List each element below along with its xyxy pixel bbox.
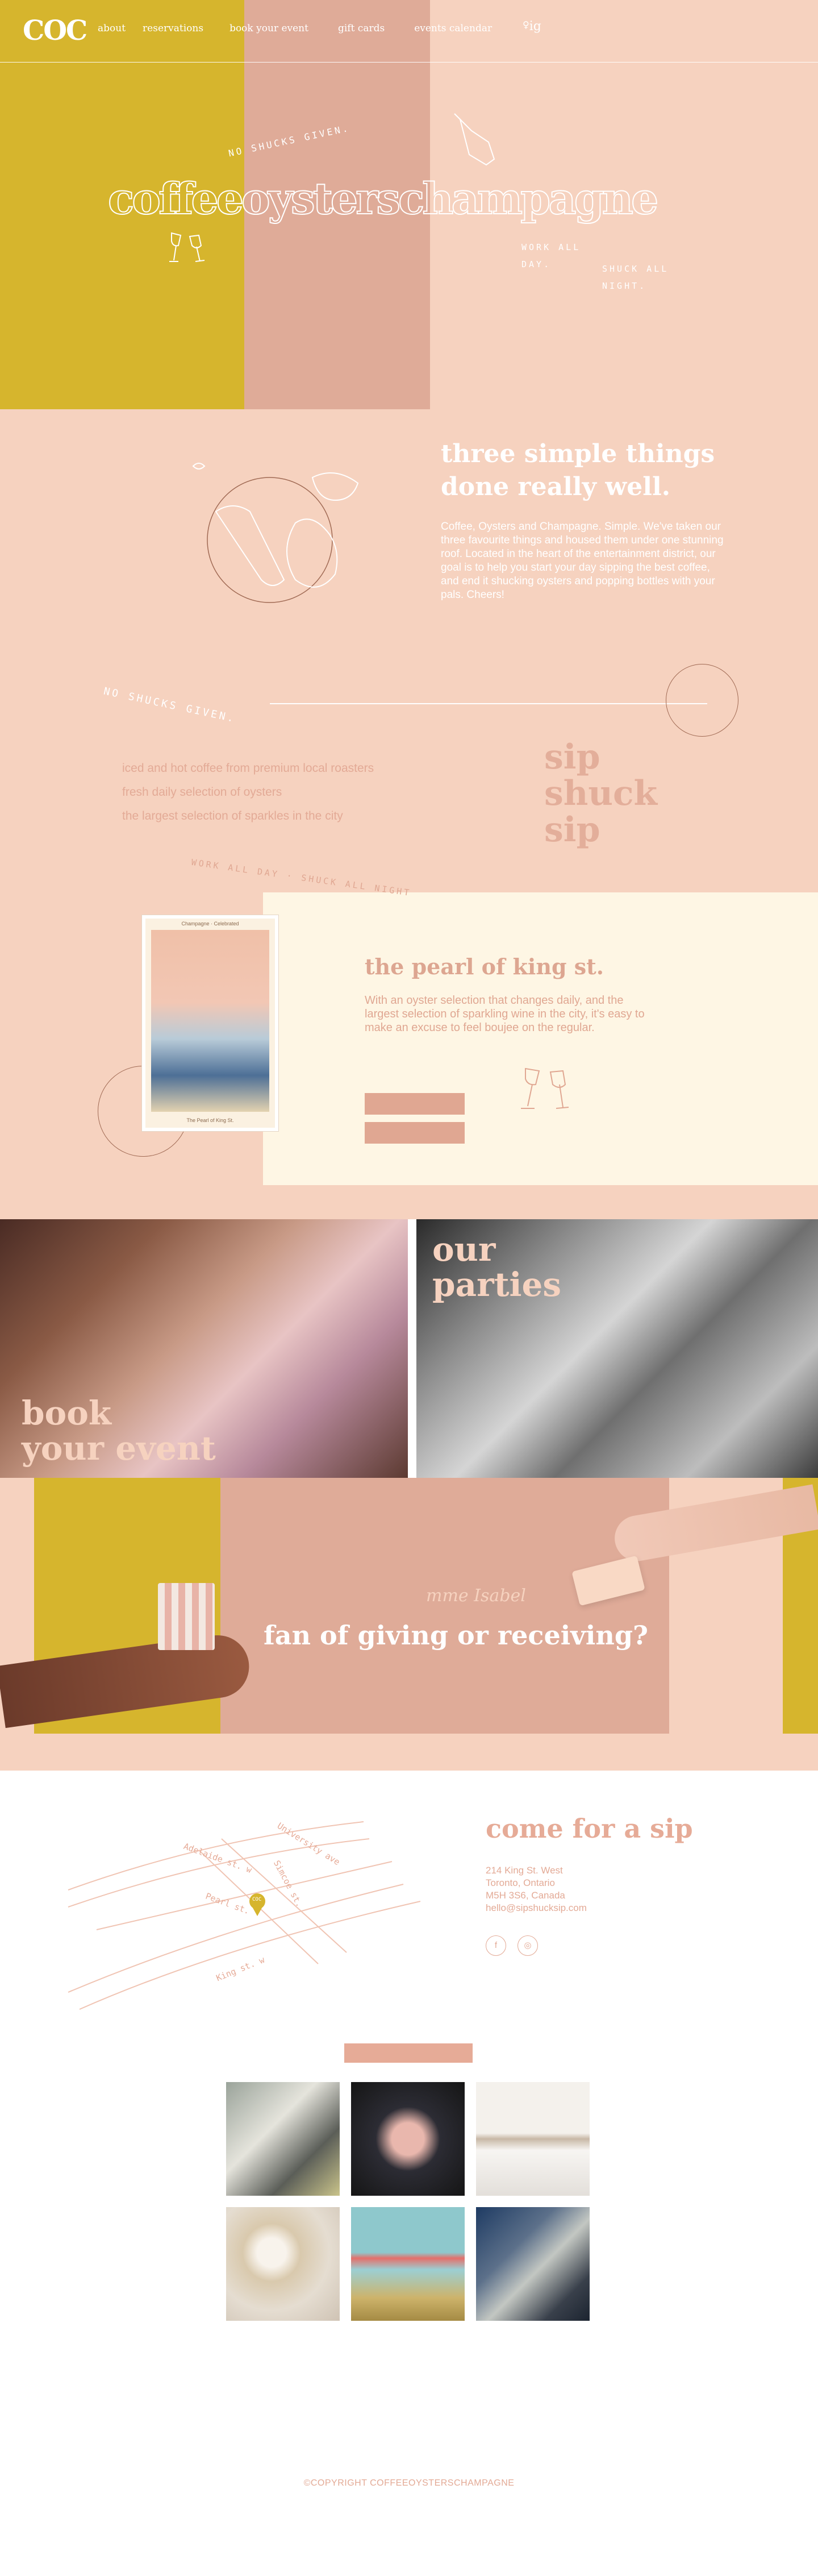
stack-word: sip	[544, 810, 600, 850]
site-footer: ©COPYRIGHT COFFEEOYSTERSCHAMPAGNE	[0, 2455, 818, 2576]
hero-tagline-shuck: Shuck all night.	[602, 264, 669, 291]
intro-tagline: No shucks given.	[102, 685, 237, 725]
nav-book-your-event[interactable]: book your event	[229, 23, 308, 34]
gallery-tile-toast[interactable]	[351, 2082, 465, 2196]
stack-word: shuck	[544, 774, 658, 813]
address-line: M5H 3S6, Canada	[486, 1890, 565, 1901]
facebook-icon[interactable]: f	[486, 1935, 506, 1956]
nav-events-calendar[interactable]: events calendar	[414, 23, 492, 34]
address-line: Toronto, Ontario	[486, 1877, 555, 1888]
feature-item: fresh daily selection of oysters	[122, 786, 282, 799]
hero-title: coffeeoysterschampagne	[107, 173, 659, 225]
vintage-poster: Champagne · Celebrated The Pearl of King…	[142, 915, 278, 1131]
gift-card-banner: mme Isabel fan of giving or receiving?	[0, 1478, 818, 1771]
gift-script-text: mme Isabel	[426, 1586, 526, 1606]
toast-glasses-icon	[521, 1067, 569, 1109]
gallery-tile-coffee[interactable]	[226, 2207, 340, 2321]
contact-address: 214 King St. West Toronto, Ontario M5H 3…	[486, 1864, 587, 1914]
instagram-label: ig	[529, 19, 541, 34]
gift-rose-panel	[220, 1478, 669, 1734]
address-line: 214 King St. West	[486, 1865, 563, 1876]
logo[interactable]: COC	[23, 15, 87, 47]
pearl-card	[263, 892, 818, 1185]
instagram-icon[interactable]: ◎	[517, 1935, 538, 1956]
divider-line	[270, 703, 707, 704]
poster-image	[151, 930, 269, 1112]
book-event-panel[interactable]: book your event	[0, 1219, 408, 1478]
copyright-text: ©COPYRIGHT COFFEEOYSTERSCHAMPAGNE	[303, 2478, 515, 2488]
instagram-gallery	[226, 2082, 592, 2321]
champagne-bottle-icon	[454, 113, 495, 166]
site-header: COC about reservations book your event g…	[0, 0, 818, 63]
gallery-tile-bottle[interactable]	[351, 2207, 465, 2321]
poster-top-text: Champagne · Celebrated	[181, 921, 239, 926]
gallery-tile-oysters[interactable]	[226, 2082, 340, 2196]
sip-shuck-sip-stack: sip shuck sip	[544, 739, 657, 848]
nav-about[interactable]: about	[98, 23, 126, 34]
our-parties-panel[interactable]: our parties	[416, 1219, 818, 1478]
contact-section: University ave Adelaide st. w Simcoe st.…	[0, 1771, 818, 2043]
gift-box	[158, 1583, 215, 1650]
pearl-title: the pearl of king st.	[365, 954, 604, 979]
poster-caption: The Pearl of King St.	[186, 1117, 234, 1123]
map-pin-label: COC	[252, 1897, 262, 1902]
label-line: parties	[432, 1265, 562, 1304]
label-line: book	[22, 1394, 112, 1432]
intro-body: Coffee, Oysters and Champagne. Simple. W…	[441, 521, 724, 601]
gallery-tile-spread[interactable]	[476, 2207, 590, 2321]
feature-list: iced and hot coffee from premium local r…	[122, 762, 374, 833]
label-line: our	[432, 1230, 496, 1269]
pearl-button-secondary[interactable]	[365, 1122, 465, 1144]
contact-email-link[interactable]: hello@sipshucksip.com	[486, 1902, 587, 1913]
gallery-tile-shelf[interactable]	[476, 2082, 590, 2196]
location-map[interactable]	[62, 1816, 437, 2021]
feature-item: the largest selection of sparkles in the…	[122, 809, 343, 822]
hero-tagline-work: Work all day.	[521, 242, 581, 269]
divider-circle	[666, 664, 738, 737]
champagne-glasses-icon	[169, 232, 205, 262]
gift-title-link[interactable]: fan of giving or receiving?	[264, 1620, 648, 1651]
pearl-section: Work all day · Shuck all night Champagne…	[0, 857, 818, 1219]
photo-panels: book your event our parties	[0, 1219, 818, 1478]
contact-title: come for a sip	[486, 1813, 693, 1844]
book-event-label: book your event	[22, 1395, 216, 1466]
pearl-button-primary[interactable]	[365, 1093, 465, 1115]
nav-gift-cards[interactable]: gift cards	[338, 23, 385, 34]
our-parties-label: our parties	[432, 1232, 561, 1302]
intro-title: three simple things done really well.	[441, 439, 715, 501]
instagram-gallery-section	[0, 2043, 818, 2455]
feature-item: iced and hot coffee from premium local r…	[122, 762, 374, 775]
gallery-heading-bar	[344, 2043, 473, 2063]
stack-word: sip	[544, 737, 600, 777]
intro-section: three simple things done really well. Co…	[0, 409, 818, 892]
main-nav: about reservations book your event gift …	[98, 23, 492, 34]
instagram-icon[interactable]: ♀ig	[523, 19, 541, 34]
label-line: your event	[22, 1429, 216, 1468]
pearl-body: With an oyster selection that changes da…	[365, 994, 645, 1034]
bottle-oyster-illustration	[192, 463, 359, 603]
nav-reservations[interactable]: reservations	[143, 23, 203, 34]
